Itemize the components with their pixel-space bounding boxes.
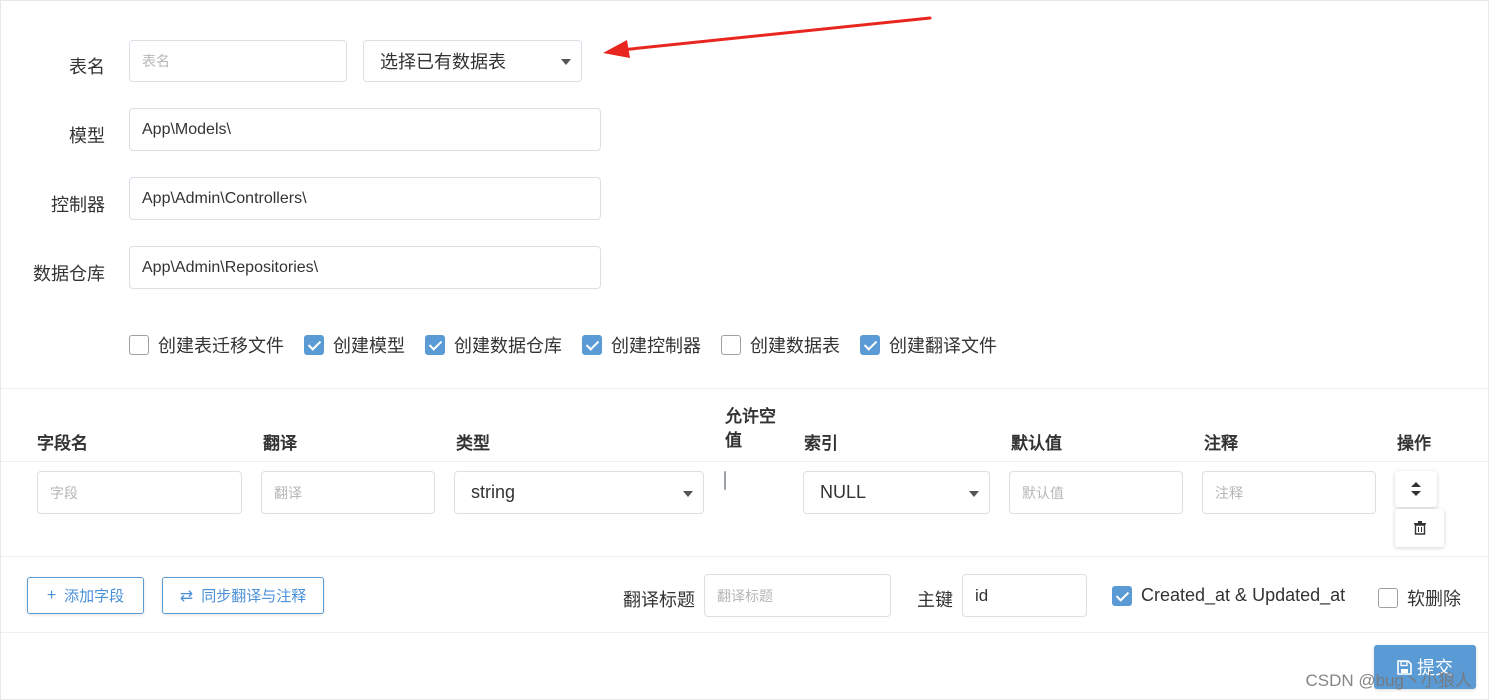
option-repository[interactable]: 创建数据仓库 [425,332,562,358]
plus-icon: + [46,586,57,604]
divider [1,461,1489,462]
timestamps-label: Created_at & Updated_at [1141,585,1346,605]
header-nullable-line2: 值 [725,431,742,450]
sync-icon: ⇄ [179,587,194,605]
table-name-label: 表名 [69,57,105,77]
add-field-button[interactable]: + 添加字段 [27,577,144,614]
chevron-down-icon [561,59,571,65]
divider [1,632,1489,633]
header-default: 默认值 [1011,434,1062,453]
option-create-table[interactable]: 创建数据表 [721,332,840,358]
soft-delete-label: 软删除 [1407,589,1461,609]
options-row: 创建表迁移文件 创建模型 创建数据仓库 创建控制器 创建数据表 创建翻译文件 [129,332,1017,358]
primary-key-input[interactable]: id [962,574,1087,617]
comment-input[interactable]: 注释 [1202,471,1376,514]
option-controller[interactable]: 创建控制器 [582,332,701,358]
type-select-value: string [471,482,516,502]
model-label: 模型 [69,126,105,146]
sort-icon [1411,482,1421,496]
checkbox[interactable] [721,335,741,355]
header-nullable: 允许空 值 [725,405,776,453]
index-select-value: NULL [820,482,867,502]
field-name-input[interactable]: 字段 [37,471,242,514]
option-model[interactable]: 创建模型 [304,332,405,358]
checkbox[interactable] [304,335,324,355]
repository-input[interactable]: App\Admin\Repositories\ [129,246,601,289]
index-select[interactable]: NULL [803,471,990,514]
header-translation: 翻译 [263,434,297,453]
add-field-label: 添加字段 [64,588,125,605]
option-label: 创建表迁移文件 [158,336,284,356]
checkbox[interactable] [582,335,602,355]
checkbox[interactable] [1378,588,1398,608]
delete-row-button[interactable] [1395,509,1444,547]
default-input[interactable]: 默认值 [1009,471,1183,514]
table-select-value: 选择已有数据表 [380,52,506,72]
header-actions: 操作 [1397,434,1431,453]
translation-title-label: 翻译标题 [623,590,695,610]
checkbox[interactable] [129,335,149,355]
annotation-arrow-icon [603,16,932,58]
checkbox[interactable] [860,335,880,355]
sort-button[interactable] [1395,471,1437,507]
soft-delete-option[interactable]: 软删除 [1378,585,1461,611]
option-label: 创建模型 [333,336,405,356]
sync-label: 同步翻译与注释 [201,588,307,605]
nullable-checkbox[interactable] [724,471,726,490]
timestamps-option[interactable]: Created_at & Updated_at [1112,585,1345,606]
repository-label: 数据仓库 [33,264,105,284]
trash-icon [1413,521,1426,535]
code-generator-panel: 表名 表名 选择已有数据表 模型 App\Models\ 控制器 App\Adm… [0,0,1489,700]
header-field-name: 字段名 [37,434,88,453]
header-nullable-line1: 允许空 [725,407,776,426]
checkbox[interactable] [425,335,445,355]
watermark: CSDN @bug丶小狼人 [1305,671,1472,690]
table-name-input[interactable]: 表名 [129,40,347,82]
header-comment: 注释 [1204,434,1238,453]
option-translation[interactable]: 创建翻译文件 [860,332,997,358]
primary-key-label: 主键 [917,590,953,610]
chevron-down-icon [683,490,693,497]
translation-title-input[interactable]: 翻译标题 [704,574,891,617]
header-index: 索引 [804,434,838,453]
option-label: 创建数据仓库 [454,336,562,356]
translation-input[interactable]: 翻译 [261,471,435,514]
controller-label: 控制器 [51,195,105,215]
option-migration[interactable]: 创建表迁移文件 [129,332,284,358]
divider [1,556,1489,557]
chevron-down-icon [969,490,979,497]
option-label: 创建翻译文件 [889,336,997,356]
table-select[interactable]: 选择已有数据表 [363,40,582,82]
model-input[interactable]: App\Models\ [129,108,601,151]
option-label: 创建数据表 [750,336,840,356]
header-type: 类型 [456,434,490,453]
controller-input[interactable]: App\Admin\Controllers\ [129,177,601,220]
type-select[interactable]: string [454,471,704,514]
checkbox[interactable] [1112,585,1132,606]
option-label: 创建控制器 [611,336,701,356]
sync-button[interactable]: ⇄ 同步翻译与注释 [162,577,324,614]
divider [1,388,1489,389]
